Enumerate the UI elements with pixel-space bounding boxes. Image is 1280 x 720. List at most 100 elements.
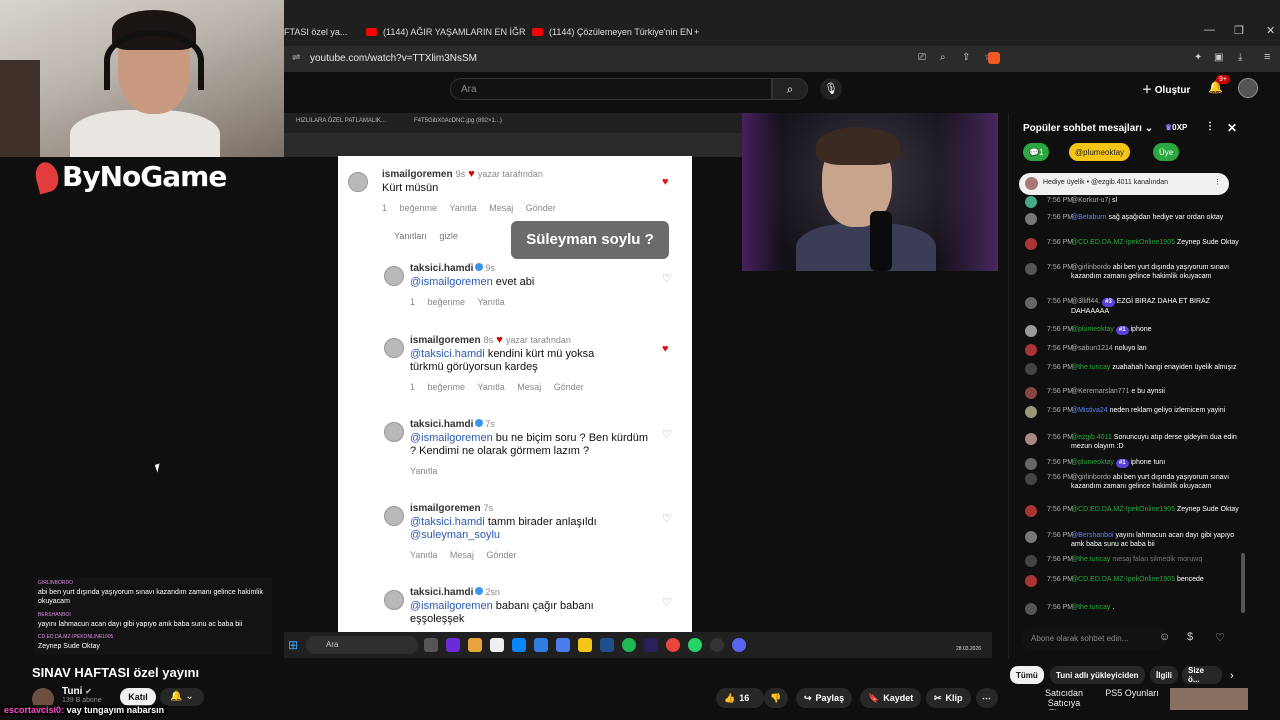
inner-tab: F4T5GibX0AcDNC.jpg (892×1...) (414, 118, 502, 124)
browser-tab-active[interactable]: FTASI özel ya...✕ (284, 22, 354, 42)
message-author[interactable]: @Bershanboi (1071, 532, 1114, 539)
more-vert-icon[interactable]: ⋮ (1214, 178, 1221, 186)
clip-button[interactable]: ✂ Klip (926, 688, 971, 708)
related-thumbnail[interactable] (1170, 688, 1248, 710)
microphone-icon[interactable]: 🎙 (820, 78, 842, 100)
youtube-icon (366, 28, 377, 36)
message-author[interactable]: @the.tuncay (1071, 604, 1110, 611)
chip-user[interactable]: @plumeoktay (1069, 143, 1131, 161)
tab-uploader[interactable]: Tuni adlı yükleyiciden (1050, 666, 1145, 684)
message-author[interactable]: @CD.ED.DA.MZ-IpekOnline1905 (1071, 576, 1175, 583)
avatar[interactable] (1025, 603, 1037, 615)
avatar[interactable] (1025, 433, 1037, 445)
message-author[interactable]: @the.tuncay (1071, 364, 1110, 371)
chip-member[interactable]: Üye (1153, 143, 1180, 161)
tab-related[interactable]: İlgili (1150, 666, 1178, 684)
close-icon[interactable]: ✕ (1227, 121, 1237, 135)
stream-overlay-message: escortavcisi0: vay tungayım nabarsın (0, 705, 169, 715)
avatar[interactable] (1025, 263, 1037, 275)
message-text: Zeynep Sude Oktay (1176, 239, 1239, 246)
message-author[interactable]: @Korkut-u7j (1071, 197, 1110, 204)
message-time: 7:56 PM (1047, 388, 1074, 395)
chevron-right-icon[interactable]: › (1230, 670, 1234, 682)
message-author[interactable]: @CD.ED.DA.MZ-IpekOnline1905 (1071, 506, 1175, 513)
avatar[interactable] (1025, 196, 1037, 208)
browser-tab[interactable]: (1144) AĞIR YAŞAMLARIN EN İĞREN...✕ (366, 22, 526, 42)
message-author[interactable]: @3lliff44. (1071, 298, 1100, 305)
close-window-icon[interactable]: ✕ (1266, 24, 1275, 37)
message-author[interactable]: @CD.ED.DA.MZ-IpekOnline1905 (1071, 239, 1175, 246)
message-author[interactable]: @plumeoktay (1071, 326, 1114, 333)
chat-input[interactable]: Abone olarak sohbet edin... (1021, 628, 1167, 650)
avatar[interactable] (1238, 78, 1258, 98)
sidebar-icon[interactable]: ▣ (1214, 52, 1223, 63)
zoom-icon[interactable]: ⌕ (940, 52, 946, 63)
downloads-icon[interactable]: ⤓ (1238, 52, 1242, 63)
chat-mode-select[interactable]: Popüler sohbet mesajları ⌄ (1023, 123, 1153, 134)
share-icon[interactable]: ⇪ (962, 52, 970, 63)
url-text[interactable]: youtube.com/watch?v=TTXlim3NsSM (310, 53, 477, 64)
super-chat-icon[interactable]: $ (1187, 631, 1193, 643)
gift-membership-banner[interactable]: Hediye üyelik • @ezgib.4011 kanalından ⋮ (1019, 173, 1229, 195)
message-author[interactable]: @Betaburn (1071, 214, 1107, 221)
avatar[interactable] (1025, 344, 1037, 356)
heart-icon[interactable]: ♡ (1215, 631, 1225, 644)
avatar[interactable] (1025, 213, 1037, 225)
mention: @suleyman_soylu (410, 529, 501, 541)
avatar[interactable] (1025, 531, 1037, 543)
browser-tab[interactable]: (1144) Çözülemeyen Türkiye'nin EN...✕ (532, 22, 692, 42)
channel-name[interactable]: Tuni ✔ 139 B abone (62, 686, 102, 704)
avatar[interactable] (1025, 575, 1037, 587)
chat-scrollbar[interactable] (1241, 553, 1245, 613)
menu-icon[interactable]: ≡ (1264, 51, 1270, 63)
site-info-icon[interactable]: ⇌ (292, 52, 300, 63)
avatar[interactable] (1025, 473, 1037, 485)
avatar[interactable] (1025, 387, 1037, 399)
avatar[interactable] (1025, 297, 1037, 309)
related-thumbnail[interactable]: PS5 Oyunları (1096, 688, 1168, 710)
related-thumbnail[interactable]: Satıcıdan Satıcıya Ticaret! (1034, 688, 1094, 710)
message-author[interactable]: @girlinbordo (1071, 264, 1111, 271)
emoji-icon[interactable]: ☺ (1159, 631, 1170, 643)
message-time: 7:56 PM (1047, 364, 1074, 371)
message-author[interactable]: @Keremarslan771 (1071, 388, 1129, 395)
avatar[interactable] (1025, 363, 1037, 375)
overlay-text: vay tungayım nabarsın (66, 705, 165, 715)
message-author[interactable]: @the.tuncay (1071, 556, 1110, 563)
extensions-icon[interactable]: ✦ (1194, 52, 1202, 63)
avatar[interactable] (1025, 238, 1037, 250)
chrome-icon (666, 638, 680, 652)
join-button[interactable]: Katıl (120, 688, 156, 706)
tab-for-you[interactable]: Size ö... (1182, 666, 1222, 684)
search-input[interactable]: Ara (450, 78, 772, 100)
message-author[interactable]: @ezgib.4011 (1071, 434, 1112, 441)
avatar (384, 506, 404, 526)
search-icon[interactable]: ⌕ (772, 78, 808, 100)
points-badge[interactable]: ♛0XP (1165, 123, 1187, 132)
message-author[interactable]: @girlinbordo (1071, 474, 1111, 481)
avatar[interactable] (1025, 406, 1037, 418)
maximize-icon[interactable]: ❐ (1234, 24, 1244, 37)
message-author[interactable]: @plumeoktay (1071, 459, 1114, 466)
share-button[interactable]: ↪ Paylaş (796, 688, 853, 708)
install-icon[interactable]: ⎚ (918, 52, 926, 63)
more-button[interactable]: ⋯ (976, 688, 998, 708)
dislike-button[interactable]: 👎 (764, 688, 788, 708)
create-button[interactable]: ＋ Oluştur (1142, 81, 1190, 96)
tab-all[interactable]: Tümü (1010, 666, 1044, 684)
new-tab-button[interactable]: + (694, 22, 699, 42)
brave-shield-icon[interactable] (988, 52, 1000, 64)
like-button[interactable]: 👍 16 (716, 688, 764, 708)
avatar[interactable] (1025, 505, 1037, 517)
chip-chat-count[interactable]: 💬 1 (1023, 143, 1050, 161)
avatar[interactable] (1025, 458, 1037, 470)
notification-bell-button[interactable]: 🔔 ⌄ (160, 688, 204, 706)
message-author[interactable]: @sabun1214 (1071, 345, 1113, 352)
avatar[interactable] (1025, 325, 1037, 337)
thumb-title: Satıcıdan Satıcıya Ticaret! (1044, 688, 1084, 710)
minimize-icon[interactable]: — (1204, 24, 1215, 36)
avatar[interactable] (1025, 555, 1037, 567)
more-vert-icon[interactable]: ⋮ (1205, 121, 1215, 132)
message-author[interactable]: @Mistiva24 (1071, 407, 1108, 414)
save-button[interactable]: 🔖 Kaydet (860, 688, 922, 708)
